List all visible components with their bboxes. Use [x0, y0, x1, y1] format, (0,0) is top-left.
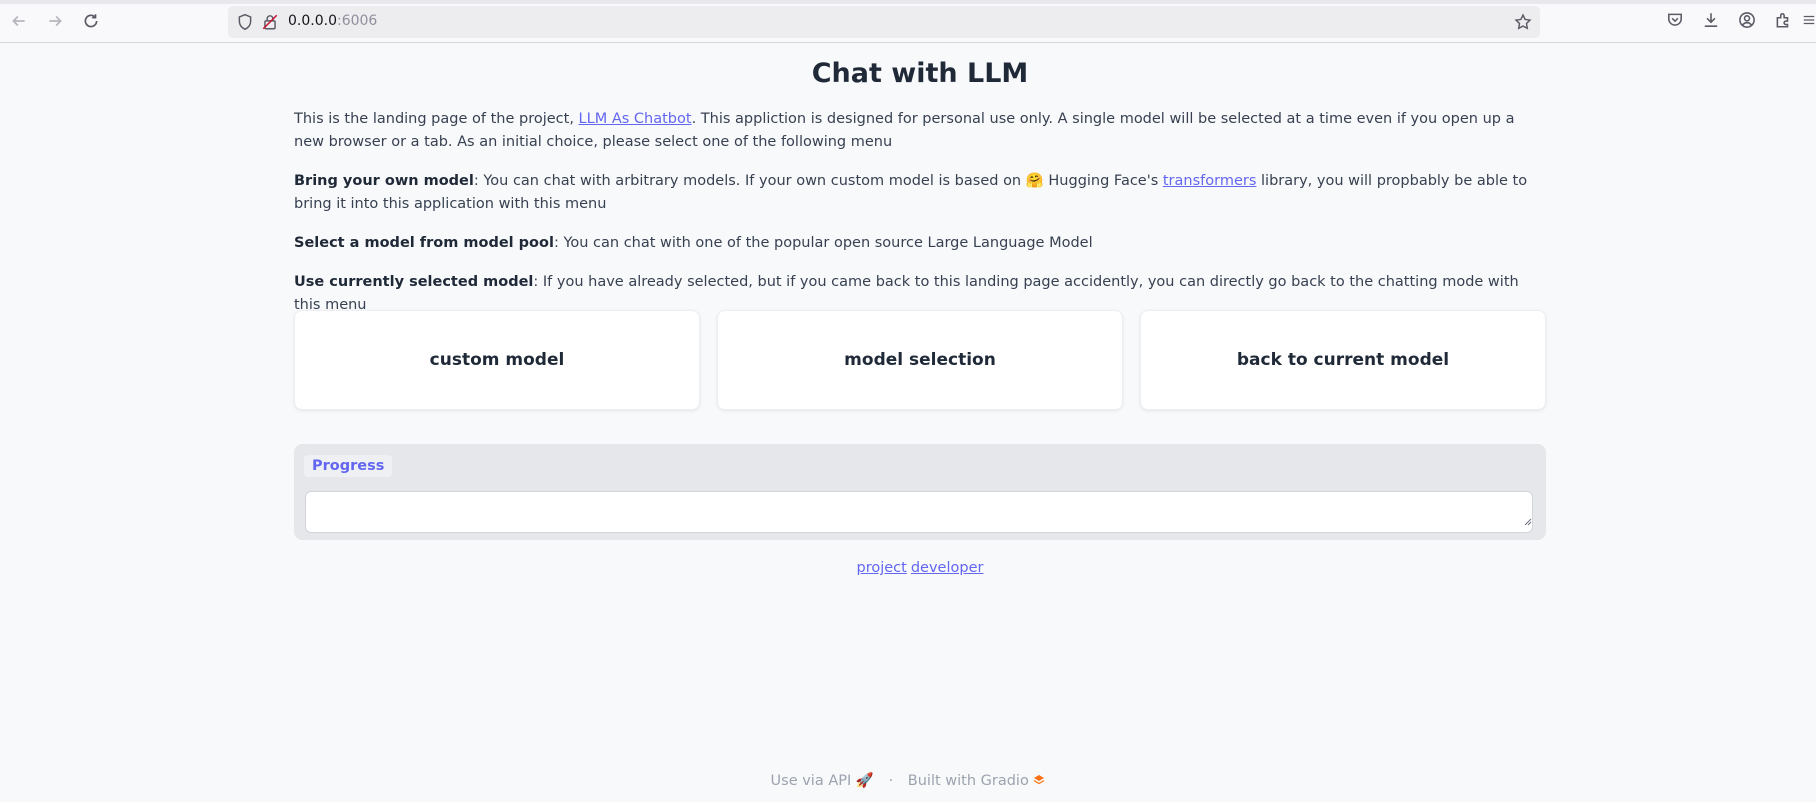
footer-links: project developer [294, 560, 1546, 576]
pocket-icon[interactable] [1665, 10, 1685, 30]
intro-paragraph: This is the landing page of the project,… [294, 108, 1546, 153]
use-via-api-link[interactable]: Use via API 🚀 [771, 773, 874, 789]
progress-label: Progress [304, 455, 393, 477]
project-link[interactable]: LLM As Chatbot [579, 111, 692, 127]
back-to-current-model-button[interactable]: back to current model [1140, 310, 1546, 410]
model-selection-button[interactable]: model selection [717, 310, 1123, 410]
reload-icon[interactable] [78, 8, 104, 34]
progress-textbox[interactable] [305, 491, 1533, 533]
pool-text: : You can chat with one of the popular o… [553, 235, 1093, 251]
gradio-footer: Use via API 🚀 · Built with Gradio [0, 772, 1816, 789]
pool-paragraph: Select a model from model pool: You can … [294, 232, 1546, 255]
use-via-api-text: Use via API [770, 773, 852, 789]
custom-model-button[interactable]: custom model [294, 310, 700, 410]
forward-icon[interactable] [42, 8, 68, 34]
byom-text-a: : You can chat with arbitrary models. If… [473, 173, 1163, 189]
resize-grip-icon[interactable] [1522, 516, 1532, 526]
url-text[interactable]: 0.0.0.0:6006 [288, 13, 377, 29]
rocket-icon: 🚀 [855, 773, 874, 789]
built-with-gradio-text: Built with Gradio [907, 773, 1029, 789]
intro-text-a: This is the landing page of the project, [294, 111, 579, 127]
address-bar[interactable]: 0.0.0.0:6006 [228, 6, 1540, 38]
current-label: Use currently selected model [294, 274, 534, 290]
bookmark-star-icon[interactable] [1514, 13, 1532, 31]
byom-paragraph: Bring your own model: You can chat with … [294, 170, 1546, 215]
url-port: :6006 [336, 13, 378, 29]
byom-label: Bring your own model [294, 173, 474, 189]
back-icon[interactable] [6, 8, 32, 34]
developer-footer-link[interactable]: developer [911, 560, 984, 576]
project-footer-link[interactable]: project [857, 560, 907, 576]
download-icon[interactable] [1701, 10, 1721, 30]
tab-strip-edge [0, 0, 1816, 4]
transformers-link[interactable]: transformers [1163, 173, 1257, 189]
pool-label: Select a model from model pool [294, 235, 554, 251]
menu-icon[interactable] [1802, 10, 1816, 30]
insecure-lock-icon[interactable] [261, 13, 279, 31]
built-with-gradio-link[interactable]: Built with Gradio [908, 773, 1046, 789]
progress-block: Progress [294, 444, 1546, 540]
gradio-logo-icon [1033, 773, 1045, 789]
page-title: Chat with LLM [811, 58, 1029, 89]
shield-icon[interactable] [236, 13, 254, 31]
extensions-icon[interactable] [1773, 10, 1793, 30]
footer-separator: · [888, 773, 894, 789]
url-host: 0.0.0.0 [288, 13, 337, 29]
browser-toolbar: 0.0.0.0:6006 [0, 0, 1816, 43]
account-icon[interactable] [1737, 10, 1757, 30]
